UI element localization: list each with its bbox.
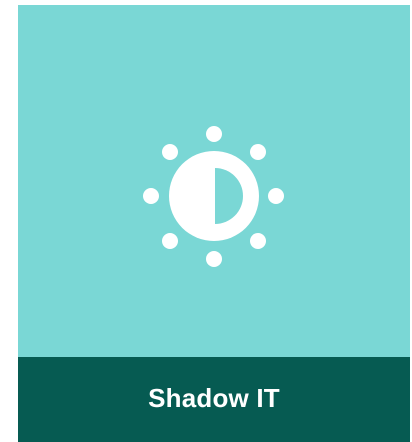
caption-bar: Shadow IT	[18, 357, 410, 442]
tile-caption: Shadow IT	[148, 383, 280, 413]
brightness-contrast-icon	[143, 126, 284, 267]
shadow-it-tile[interactable]: Shadow IT	[18, 5, 410, 442]
